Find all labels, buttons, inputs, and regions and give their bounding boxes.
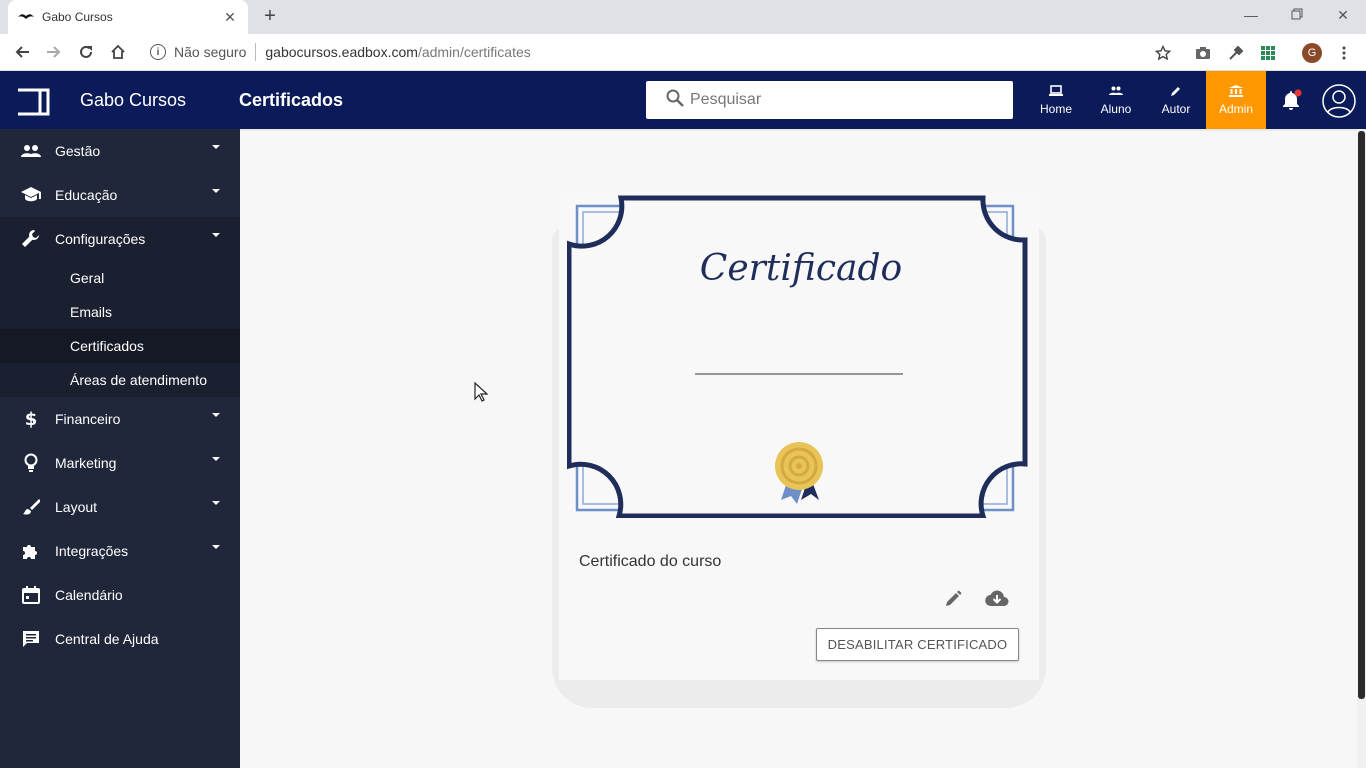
sidebar-item-label: Central de Ajuda [55,631,159,647]
omnibox-divider [255,43,257,61]
forward-button[interactable] [42,40,66,64]
close-window-button[interactable]: ✕ [1323,4,1363,28]
browser-tab[interactable]: Gabo Cursos ✕ [8,0,248,34]
info-icon[interactable]: i [150,44,166,60]
puzzle-icon [20,540,42,562]
certificate-heading: Certificado [699,248,903,289]
chevron-down-icon [212,413,220,417]
sidebar-item-layout[interactable]: Layout [0,485,240,529]
back-button[interactable] [10,40,34,64]
chevron-down-icon [212,233,220,237]
logo-icon[interactable] [16,88,50,116]
sidebar-item-marketing[interactable]: Marketing [0,441,240,485]
nav-home[interactable]: Home [1026,71,1086,129]
people-icon [20,140,42,162]
menu-kebab-icon[interactable] [1334,43,1354,63]
card-title: Certificado do curso [579,553,722,570]
security-label: Não seguro [174,44,247,60]
app-header: Gabo Cursos Certificados Home Aluno Auto… [0,71,1366,129]
sidebar-item-configuracoes[interactable]: Configurações [0,217,240,261]
calendar-icon [20,584,42,606]
chat-icon [20,628,42,650]
nav-aluno[interactable]: Aluno [1086,71,1146,129]
nav-autor[interactable]: Autor [1146,71,1206,129]
scrollbar-thumb[interactable] [1358,131,1365,699]
url-path: /admin/certificates [417,44,531,60]
nav-admin[interactable]: Admin [1206,71,1266,129]
people-icon [1109,84,1123,98]
nav-admin-label: Admin [1218,102,1253,116]
submenu-item-areas-atendimento[interactable]: Áreas de atendimento [0,363,240,397]
brand-name[interactable]: Gabo Cursos [80,90,186,111]
sidebar: Gestão Educação Configurações Geral Emai… [0,129,240,768]
wrench-icon [20,228,42,250]
tab-title: Gabo Cursos [42,10,113,24]
cloud-download-icon[interactable] [985,587,1009,611]
submenu-item-certificados[interactable]: Certificados [0,329,240,363]
notification-bell-icon[interactable] [1279,88,1303,112]
minimize-button[interactable]: — [1231,4,1271,28]
certificate-card: Certificado Certificado do curso DESABIL… [559,190,1039,680]
sidebar-item-label: Integrações [55,543,129,559]
profile-avatar[interactable]: G [1302,43,1322,63]
home-button[interactable] [106,40,130,64]
user-avatar-icon[interactable] [1322,84,1356,118]
sidebar-item-label: Calendário [55,587,123,603]
browser-tab-strip: Gabo Cursos ✕ + — ✕ [0,0,1366,34]
nav-autor-label: Autor [1161,102,1191,116]
tab-close-icon[interactable]: ✕ [222,9,238,26]
configuracoes-submenu: Geral Emails Certificados Áreas de atend… [0,261,240,397]
chevron-down-icon [212,501,220,505]
edit-pencil-icon[interactable] [941,587,965,611]
bookmark-star-icon[interactable] [1153,43,1173,63]
restore-button[interactable] [1277,4,1317,28]
dollar-icon: $ [24,408,38,430]
pencil-icon [1170,84,1182,98]
sidebar-item-label: Educação [55,187,118,203]
sidebar-item-label: Configurações [55,231,146,247]
sidebar-item-educacao[interactable]: Educação [0,173,240,217]
sidebar-item-label: Marketing [55,455,117,471]
sidebar-item-integracoes[interactable]: Integrações [0,529,240,573]
disable-certificate-button[interactable]: DESABILITAR CERTIFICADO [816,628,1019,661]
bank-icon [1229,84,1243,98]
sidebar-item-calendario[interactable]: Calendário [0,573,240,617]
sidebar-item-label: Gestão [55,143,101,159]
page-title: Certificados [239,90,344,110]
search-box[interactable] [646,81,1013,119]
extension-grid-icon[interactable] [1258,43,1278,63]
sidebar-item-label: Financeiro [55,411,121,427]
chevron-down-icon [212,457,220,461]
laptop-icon [1049,84,1063,98]
school-icon [20,184,42,206]
camera-icon[interactable] [1193,43,1213,63]
lightbulb-icon [20,452,42,474]
url-host: gabocursos.eadbox.com [265,44,418,60]
address-bar[interactable]: i Não seguro gabocursos.eadbox.com/admin… [142,38,1182,66]
sidebar-item-gestao[interactable]: Gestão [0,129,240,173]
chevron-down-icon [212,145,220,149]
search-icon [666,89,684,112]
submenu-item-geral[interactable]: Geral [0,261,240,295]
sidebar-item-label: Layout [55,499,98,515]
reload-button[interactable] [74,40,98,64]
search-input[interactable] [690,91,990,109]
chevron-down-icon [212,545,220,549]
mouse-cursor-icon [474,381,489,402]
sidebar-item-financeiro[interactable]: $ Financeiro [0,397,240,441]
chevron-down-icon [212,189,220,193]
new-tab-button[interactable]: + [260,6,280,28]
certificate-preview: Certificado [566,194,1035,519]
browser-toolbar: i Não seguro gabocursos.eadbox.com/admin… [0,34,1366,71]
brush-icon [20,496,42,518]
nav-home-label: Home [1039,102,1072,116]
sidebar-item-central-ajuda[interactable]: Central de Ajuda [0,617,240,661]
submenu-item-emails[interactable]: Emails [0,295,240,329]
site-favicon-icon [18,9,34,25]
nav-aluno-label: Aluno [1100,102,1132,116]
eyedropper-icon[interactable] [1226,43,1246,63]
